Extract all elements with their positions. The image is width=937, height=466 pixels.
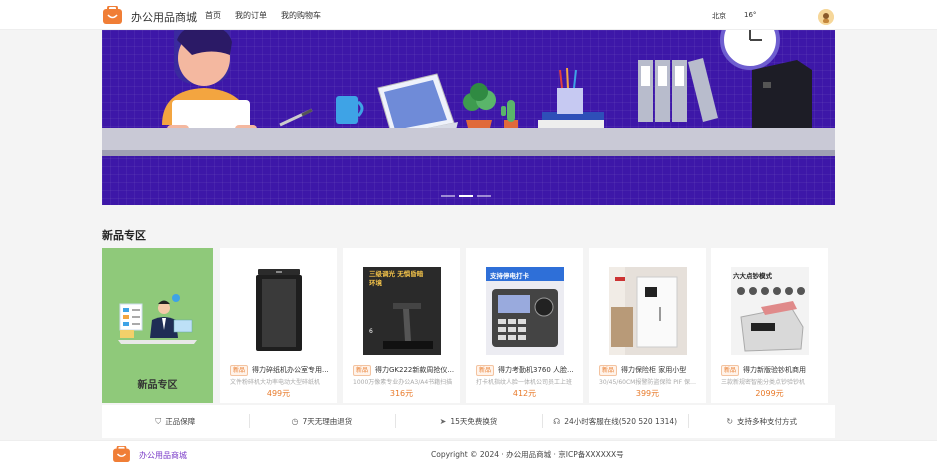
service-item: ↻ 支持多种支付方式: [688, 414, 835, 428]
banner-illustration: [162, 30, 812, 150]
service-label: 24小时客服在线(520 520 1314): [564, 417, 678, 426]
feature-card-label: 新品专区: [137, 380, 178, 391]
product-price: 399元: [635, 389, 660, 398]
service-label: 7天无理由退货: [302, 417, 353, 426]
page-footer: 办公用品商城 Copyright © 2024 · 办公用品商城 · 京ICP备…: [0, 440, 937, 466]
service-guarantees: ⛉ 正品保障 ◷ 7天无理由退货 ➤ 15天免费换货 ☊ 24小时客服在线(52…: [102, 405, 835, 438]
businessman-illustration: [118, 294, 197, 344]
user-avatar[interactable]: [818, 9, 834, 25]
service-item: ➤ 15天免费换货: [395, 414, 542, 428]
banner-desk-front: [102, 150, 835, 156]
nav-home[interactable]: 首页: [205, 10, 221, 21]
new-badge: 新品: [230, 365, 249, 376]
product-desc: 打卡机指纹人脸一体机公司员工上班: [476, 379, 573, 386]
hero-banner[interactable]: [102, 30, 835, 205]
new-badge: 新品: [353, 365, 372, 376]
product-image-caption: 三级调光 无惧昏暗环境: [369, 270, 424, 287]
shield-icon: ⛉: [155, 416, 162, 426]
product-desc: 30/45/60CM报警防盗保险 PIF 保险柜: [599, 379, 699, 386]
refresh-icon: ↻: [726, 417, 734, 426]
safe-cabinet-image: [609, 267, 687, 355]
send-icon: ➤: [439, 417, 447, 426]
product-image-caption: 支持停电打卡: [490, 272, 529, 280]
product-card[interactable]: 支持停电打卡 新品 得力考勤机3760 人脸... 打卡机指纹人脸一体机公司员工…: [466, 248, 583, 403]
product-card[interactable]: 六大点钞模式 新品 得力新版验钞机商用 三款新规密智能分类点钞验钞机 2099元: [711, 248, 828, 403]
product-card[interactable]: 6 三级调光 无惧昏暗环境 新品 得力GK222新款周抢仪... 1000万像素…: [343, 248, 460, 403]
service-item: ☊ 24小时客服在线(520 520 1314): [541, 414, 689, 428]
footer-copyright: Copyright © 2024 · 办公用品商城 · 京ICP备XXXXXX号: [431, 450, 624, 459]
service-label: 正品保障: [165, 417, 196, 426]
service-label: 支持多种支付方式: [737, 417, 798, 426]
svg-text:6: 6: [369, 328, 373, 335]
product-name[interactable]: 得力碎纸机办公室专用...: [252, 365, 332, 375]
service-item: ◷ 7天无理由退货: [248, 414, 396, 428]
section-title: 新品专区: [102, 229, 146, 242]
product-card[interactable]: 新品 得力保险柜 家用小型 30/45/60CM报警防盗保险 PIF 保险柜 3…: [589, 248, 706, 403]
main-nav: 首页 我的订单 我的购物车: [205, 10, 321, 21]
weather-city: 北京: [712, 12, 726, 20]
top-header: 办公用品商城 首页 我的订单 我的购物车 北京 16°: [0, 0, 937, 30]
product-desc: 三款新规密智能分类点钞验钞机: [721, 379, 806, 386]
service-item: ⛉ 正品保障: [102, 416, 249, 427]
product-desc: 1000万像素专业办公A3/A4书籍扫描: [353, 379, 453, 386]
new-products-feature-card[interactable]: 新品专区: [102, 248, 213, 403]
product-price: 412元: [512, 389, 537, 398]
nav-cart[interactable]: 我的购物车: [281, 10, 321, 21]
brand-name[interactable]: 办公用品商城: [131, 9, 197, 25]
new-badge: 新品: [721, 365, 740, 376]
new-badge: 新品: [476, 365, 495, 376]
nav-orders[interactable]: 我的订单: [235, 10, 267, 21]
footer-logo-icon[interactable]: [113, 446, 130, 462]
attendance-machine-image: [486, 267, 564, 355]
money-counter-image: [731, 267, 809, 355]
product-name[interactable]: 得力考勤机3760 人脸...: [498, 365, 578, 375]
weather-temperature: 16°: [744, 11, 757, 19]
product-name[interactable]: 得力保险柜 家用小型: [621, 365, 701, 375]
banner-desk: [102, 128, 835, 150]
headset-icon: ☊: [553, 417, 561, 426]
product-name[interactable]: 得力新版验钞机商用: [743, 365, 823, 375]
carousel-dot-3[interactable]: [477, 195, 491, 197]
carousel-dot-2[interactable]: [459, 195, 473, 197]
paper-shredder-image: [256, 269, 302, 351]
carousel-dot-1[interactable]: [441, 195, 455, 197]
carousel-indicators: [441, 195, 491, 197]
product-name[interactable]: 得力GK222新款周抢仪...: [375, 365, 455, 375]
service-label: 15天免费换货: [450, 417, 498, 426]
avatar-icon: [818, 9, 834, 25]
new-badge: 新品: [599, 365, 618, 376]
product-price: 499元: [266, 389, 291, 398]
product-image-caption: 六大点钞模式: [733, 272, 772, 280]
clock-icon: ◷: [291, 417, 299, 426]
product-price: 2099元: [755, 389, 784, 398]
shop-logo-icon[interactable]: [103, 6, 122, 24]
footer-brand[interactable]: 办公用品商城: [139, 450, 187, 461]
product-card[interactable]: 新品 得力碎纸机办公室专用... 文件粉碎机大功率电动大型碎纸机 499元: [220, 248, 337, 403]
product-desc: 文件粉碎机大功率电动大型碎纸机: [230, 379, 321, 386]
product-price: 316元: [389, 389, 414, 398]
